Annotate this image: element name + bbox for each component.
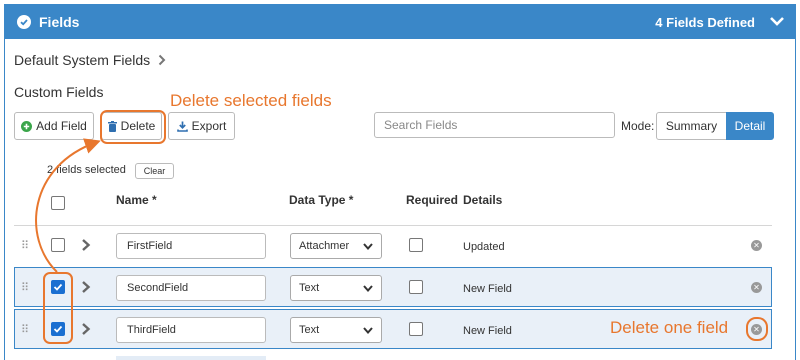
annotation-arrow (35, 138, 101, 273)
